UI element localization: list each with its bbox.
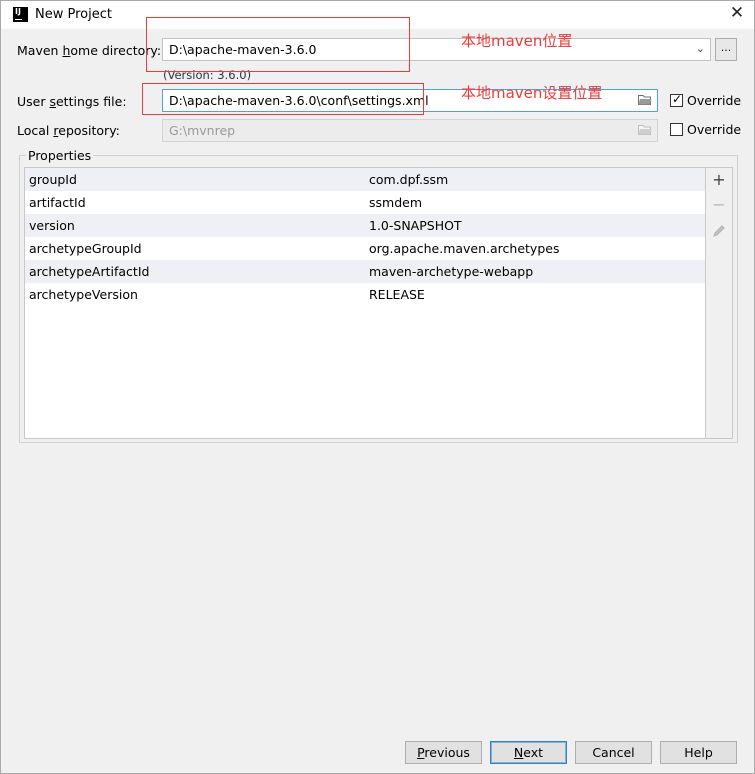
window-title: New Project — [35, 7, 112, 22]
property-value: org.apache.maven.archetypes — [369, 241, 560, 256]
property-value: RELEASE — [369, 287, 425, 302]
previous-button[interactable]: Previous — [405, 741, 482, 764]
properties-title: Properties — [26, 148, 94, 163]
property-key: archetypeGroupId — [29, 241, 142, 256]
repository-override-checkbox[interactable] — [670, 123, 683, 136]
cancel-button[interactable]: Cancel — [575, 741, 652, 764]
user-settings-label: User settings file: — [17, 94, 127, 109]
local-repository-value: G:\mvnrep — [169, 123, 236, 138]
checkmark-icon: ✓ — [672, 92, 683, 106]
table-row[interactable]: archetypeArtifactId maven-archetype-weba… — [25, 260, 705, 283]
close-icon[interactable]: ✕ — [728, 4, 746, 22]
repository-override-label: Override — [687, 122, 742, 137]
browse-button[interactable]: ... — [715, 38, 737, 61]
plus-icon[interactable]: + — [710, 171, 728, 189]
annotation-box-settings — [142, 83, 424, 115]
pencil-icon — [710, 222, 728, 240]
table-row[interactable]: version 1.0-SNAPSHOT — [25, 214, 705, 237]
property-key: artifactId — [29, 195, 86, 210]
property-key: groupId — [29, 172, 77, 187]
minus-icon: − — [712, 195, 726, 214]
settings-override-label: Override — [687, 93, 742, 108]
next-button[interactable]: Next — [490, 741, 567, 764]
property-value: maven-archetype-webapp — [369, 264, 534, 279]
new-project-dialog: IJ New Project ✕ Maven home directory: D… — [0, 0, 755, 774]
property-key: archetypeVersion — [29, 287, 138, 302]
properties-table: groupId com.dpf.ssm artifactId ssmdem ve… — [24, 167, 706, 439]
property-value: ssmdem — [369, 195, 423, 210]
table-row[interactable]: archetypeGroupId org.apache.maven.archet… — [25, 237, 705, 260]
property-value: 1.0-SNAPSHOT — [369, 218, 462, 233]
local-repository-label: Local repository: — [17, 123, 120, 138]
chevron-down-icon[interactable]: ⌄ — [696, 42, 705, 55]
local-repository-field: G:\mvnrep — [162, 119, 658, 142]
folder-icon — [638, 124, 652, 135]
property-value: com.dpf.ssm — [369, 172, 449, 187]
properties-toolbar: + − — [706, 167, 733, 439]
settings-override-checkbox[interactable]: ✓ — [670, 92, 683, 107]
property-key: archetypeArtifactId — [29, 264, 150, 279]
help-button[interactable]: Help — [660, 741, 737, 764]
intellij-app-icon: IJ — [13, 7, 28, 22]
table-row[interactable]: groupId com.dpf.ssm — [25, 168, 705, 191]
annotation-box-home — [146, 17, 410, 72]
maven-home-label: Maven home directory: — [17, 43, 162, 58]
property-key: version — [29, 218, 75, 233]
annotation-settings-note: 本地maven设置位置 — [461, 84, 603, 102]
table-row[interactable]: archetypeVersion RELEASE — [25, 283, 705, 306]
folder-icon[interactable] — [638, 94, 652, 105]
table-row[interactable]: artifactId ssmdem — [25, 191, 705, 214]
annotation-home-note: 本地maven位置 — [461, 32, 573, 50]
